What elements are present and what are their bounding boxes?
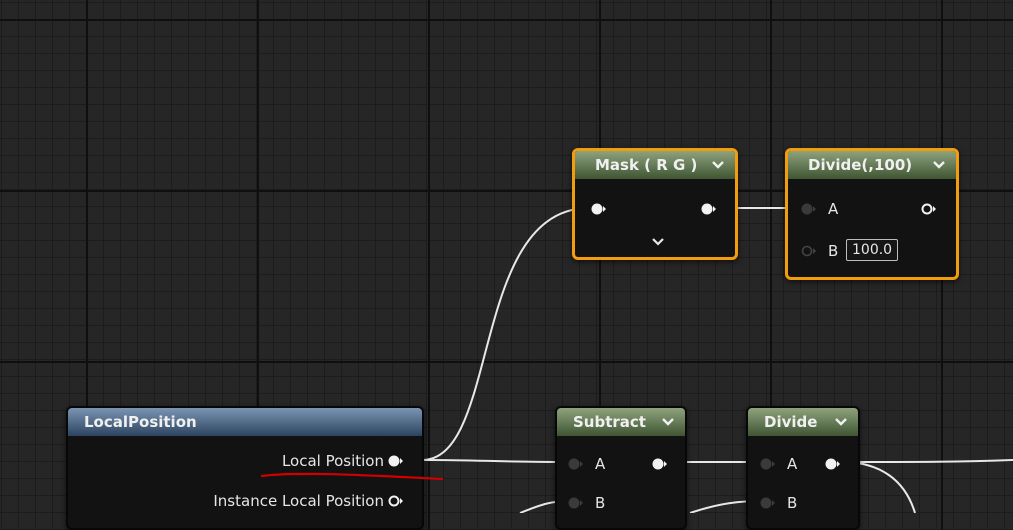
local-position-node-header[interactable]: LocalPosition: [68, 408, 422, 436]
wire-localpos-to-subtract: [421, 459, 571, 463]
divide-node-header[interactable]: Divide: [748, 408, 858, 436]
divide-const-b-label: B: [828, 242, 839, 260]
divide-const-a-label: A: [828, 200, 839, 218]
local-position-output-pin[interactable]: [388, 455, 404, 467]
instance-local-position-output-pin[interactable]: [388, 495, 404, 507]
divide-a-pin[interactable]: [760, 458, 776, 470]
subtract-a-pin[interactable]: [568, 458, 584, 470]
divide-b-label: B: [787, 494, 798, 512]
chevron-down-icon[interactable]: [932, 158, 946, 172]
local-position-node-title: LocalPosition: [84, 413, 197, 431]
divide-node[interactable]: Divide A B: [746, 406, 860, 530]
subtract-node-title: Subtract: [573, 413, 646, 431]
mask-input-pin[interactable]: [591, 203, 607, 215]
chevron-down-icon[interactable]: [661, 415, 675, 429]
divide-a-label: A: [787, 455, 798, 473]
subtract-node-header[interactable]: Subtract: [557, 408, 685, 436]
divide-const-node-header[interactable]: Divide(,100): [788, 151, 956, 179]
divide-const-output-pin[interactable]: [921, 203, 937, 215]
mask-node-title: Mask ( R G ): [595, 156, 698, 174]
subtract-node[interactable]: Subtract A B: [555, 406, 687, 530]
subtract-b-pin[interactable]: [568, 497, 584, 509]
chevron-down-icon[interactable]: [711, 158, 725, 172]
instance-local-position-output-label: Instance Local Position: [213, 492, 384, 510]
mask-node-header[interactable]: Mask ( R G ): [575, 151, 735, 179]
chevron-down-icon[interactable]: [834, 415, 848, 429]
divide-node-title: Divide: [764, 413, 818, 431]
divide-const-a-pin[interactable]: [801, 203, 817, 215]
local-position-output-label: Local Position: [281, 452, 384, 470]
divide-output-pin[interactable]: [825, 458, 841, 470]
subtract-b-label: B: [595, 494, 606, 512]
wire-divide-out-right: [841, 459, 1013, 463]
local-position-node[interactable]: LocalPosition Local Position Instance Lo…: [66, 406, 424, 530]
divide-const-node[interactable]: Divide(,100) A B 100.0: [785, 148, 959, 280]
subtract-output-pin[interactable]: [652, 458, 668, 470]
divide-const-b-pin[interactable]: [801, 245, 817, 257]
mask-output-pin[interactable]: [701, 203, 717, 215]
divide-b-pin[interactable]: [760, 497, 776, 509]
subtract-a-label: A: [595, 455, 606, 473]
divide-const-b-value-field[interactable]: 100.0: [846, 239, 899, 261]
divide-const-node-title: Divide(,100): [808, 156, 913, 174]
expand-chevron-icon[interactable]: [651, 237, 665, 247]
mask-node[interactable]: Mask ( R G ): [572, 148, 738, 260]
